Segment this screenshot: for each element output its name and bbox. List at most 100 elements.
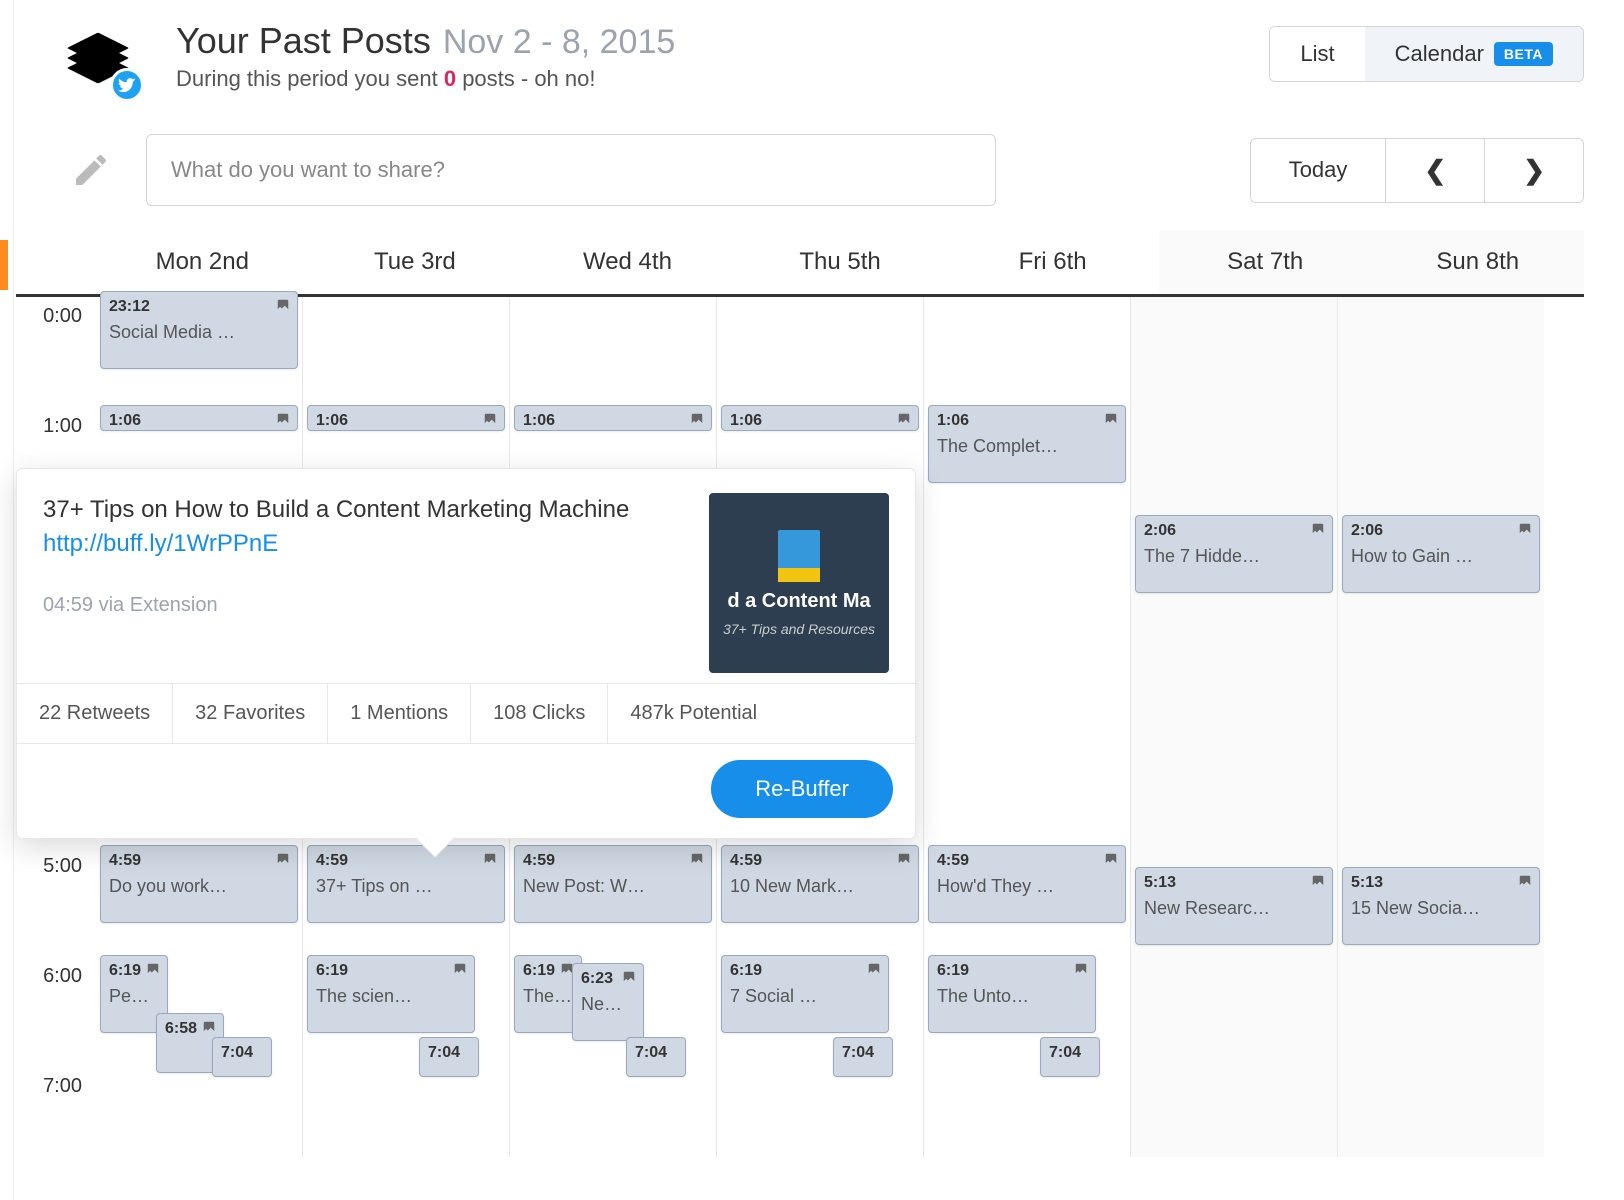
event-card[interactable]: 7:04 [1040, 1037, 1100, 1077]
event-text: How to Gain … [1351, 546, 1531, 567]
event-text: The scien… [316, 986, 466, 1007]
compose-icon [66, 150, 116, 190]
event-card[interactable]: 7:04 [212, 1037, 272, 1077]
event-time: 7:04 [635, 1044, 677, 1062]
event-card[interactable]: 4:59 Do you work… [100, 845, 298, 923]
hour-label: 1:00 [12, 415, 82, 438]
stat-mentions[interactable]: 1 Mentions [328, 684, 471, 743]
event-card[interactable]: 4:59 How'd They … [928, 845, 1126, 923]
event-card[interactable]: 1:06 [514, 405, 712, 431]
image-icon [1310, 874, 1326, 891]
event-time: 2:06 [1144, 522, 1324, 540]
event-time: 1:06 [523, 412, 703, 430]
event-card[interactable]: 2:06 The 7 Hidde… [1135, 515, 1333, 593]
image-icon [145, 962, 161, 979]
day-column-fri: 1:06 The Complet… 4:59 How'd They … 6:19… [923, 297, 1130, 1157]
event-time: 6:19 [730, 962, 880, 980]
thumb-line2: 37+ Tips and Resources [723, 621, 875, 637]
event-time: 7:04 [1049, 1044, 1091, 1062]
popover-thumbnail[interactable]: d a Content Ma 37+ Tips and Resources [709, 493, 889, 673]
day-header: Sun 8th [1371, 230, 1584, 294]
popover-text: 37+ Tips on How to Build a Content Marke… [43, 496, 629, 523]
event-card[interactable]: 7:04 [833, 1037, 893, 1077]
event-card[interactable]: 23:12 Social Media … [100, 291, 298, 369]
post-count: 0 [444, 66, 456, 91]
event-time: 1:06 [109, 412, 289, 430]
day-header: Fri 6th [946, 230, 1159, 294]
event-card[interactable]: 5:13 15 New Socia… [1342, 867, 1540, 945]
event-text: The… [523, 986, 573, 1007]
event-time: 1:06 [730, 412, 910, 430]
event-time: 6:19 [937, 962, 1087, 980]
event-card[interactable]: 4:59 37+ Tips on … [307, 845, 505, 923]
day-header: Mon 2nd [96, 230, 309, 294]
chevron-right-icon: ❯ [1523, 155, 1545, 186]
hour-label: 7:00 [12, 1075, 82, 1098]
event-card[interactable]: 6:19 7 Social … [721, 955, 889, 1033]
event-time: 4:59 [109, 852, 289, 870]
popover-title: 37+ Tips on How to Build a Content Marke… [43, 493, 689, 560]
subtitle-post: posts - oh no! [456, 66, 595, 91]
image-icon [1517, 874, 1533, 891]
event-time: 6:19 [316, 962, 466, 980]
image-icon [1073, 962, 1089, 979]
stat-clicks[interactable]: 108 Clicks [471, 684, 608, 743]
event-time: 1:06 [937, 412, 1117, 430]
event-time: 23:12 [109, 298, 289, 316]
event-card[interactable]: 1:06 [307, 405, 505, 431]
rail-accent [0, 240, 8, 290]
image-icon [866, 962, 882, 979]
view-toggle: List Calendar BETA [1269, 26, 1584, 82]
stat-favorites[interactable]: 32 Favorites [173, 684, 328, 743]
image-icon [621, 970, 637, 987]
day-header: Wed 4th [521, 230, 734, 294]
subtitle-pre: During this period you sent [176, 66, 444, 91]
event-card[interactable]: 7:04 [626, 1037, 686, 1077]
view-calendar-tab[interactable]: Calendar BETA [1365, 27, 1583, 81]
event-card[interactable]: 1:06 [100, 405, 298, 431]
next-week-button[interactable]: ❯ [1484, 139, 1583, 202]
prev-week-button[interactable]: ❮ [1385, 139, 1484, 202]
event-text: Social Media … [109, 322, 289, 343]
event-text: New Researc… [1144, 898, 1324, 919]
event-time: 4:59 [316, 852, 496, 870]
popover-link[interactable]: http://buff.ly/1WrPPnE [43, 530, 278, 557]
view-list-tab[interactable]: List [1270, 27, 1364, 81]
event-text: Do you work… [109, 876, 289, 897]
compose-input[interactable]: What do you want to share? [146, 134, 996, 206]
image-icon [896, 852, 912, 869]
image-icon [452, 962, 468, 979]
rebuffer-button[interactable]: Re-Buffer [711, 760, 893, 818]
image-icon [1103, 412, 1119, 429]
day-header: Tue 3rd [309, 230, 522, 294]
image-icon [896, 412, 912, 429]
event-card[interactable]: 6:23 Ne… [572, 963, 644, 1041]
event-card[interactable]: 1:06 The Complet… [928, 405, 1126, 483]
event-card[interactable]: 2:06 How to Gain … [1342, 515, 1540, 593]
event-time: 7:04 [221, 1044, 263, 1062]
event-card[interactable]: 4:59 New Post: W… [514, 845, 712, 923]
beta-badge: BETA [1494, 42, 1553, 66]
event-time: 4:59 [937, 852, 1117, 870]
today-button[interactable]: Today [1251, 139, 1386, 202]
image-icon [482, 852, 498, 869]
event-card[interactable]: 7:04 [419, 1037, 479, 1077]
event-time: 7:04 [428, 1044, 470, 1062]
event-time: 4:59 [523, 852, 703, 870]
event-card[interactable]: 4:59 10 New Mark… [721, 845, 919, 923]
popover-meta: 04:59 via Extension [43, 594, 689, 617]
date-range: Nov 2 - 8, 2015 [443, 23, 675, 62]
event-card[interactable]: 6:19 The Unto… [928, 955, 1096, 1033]
page-header: Your Past Posts Nov 2 - 8, 2015 During t… [16, 0, 1624, 110]
stat-retweets[interactable]: 22 Retweets [17, 684, 173, 743]
event-card[interactable]: 5:13 New Researc… [1135, 867, 1333, 945]
profile-avatar[interactable] [66, 20, 146, 100]
day-column-sat: 2:06 The 7 Hidde… 5:13 New Researc… [1130, 297, 1337, 1157]
stat-potential[interactable]: 487k Potential [608, 684, 779, 743]
image-icon [1103, 852, 1119, 869]
popover-stats: 22 Retweets 32 Favorites 1 Mentions 108 … [17, 683, 915, 744]
event-time: 7:04 [842, 1044, 884, 1062]
event-card[interactable]: 1:06 [721, 405, 919, 431]
event-text: 7 Social … [730, 986, 880, 1007]
event-card[interactable]: 6:19 The scien… [307, 955, 475, 1033]
